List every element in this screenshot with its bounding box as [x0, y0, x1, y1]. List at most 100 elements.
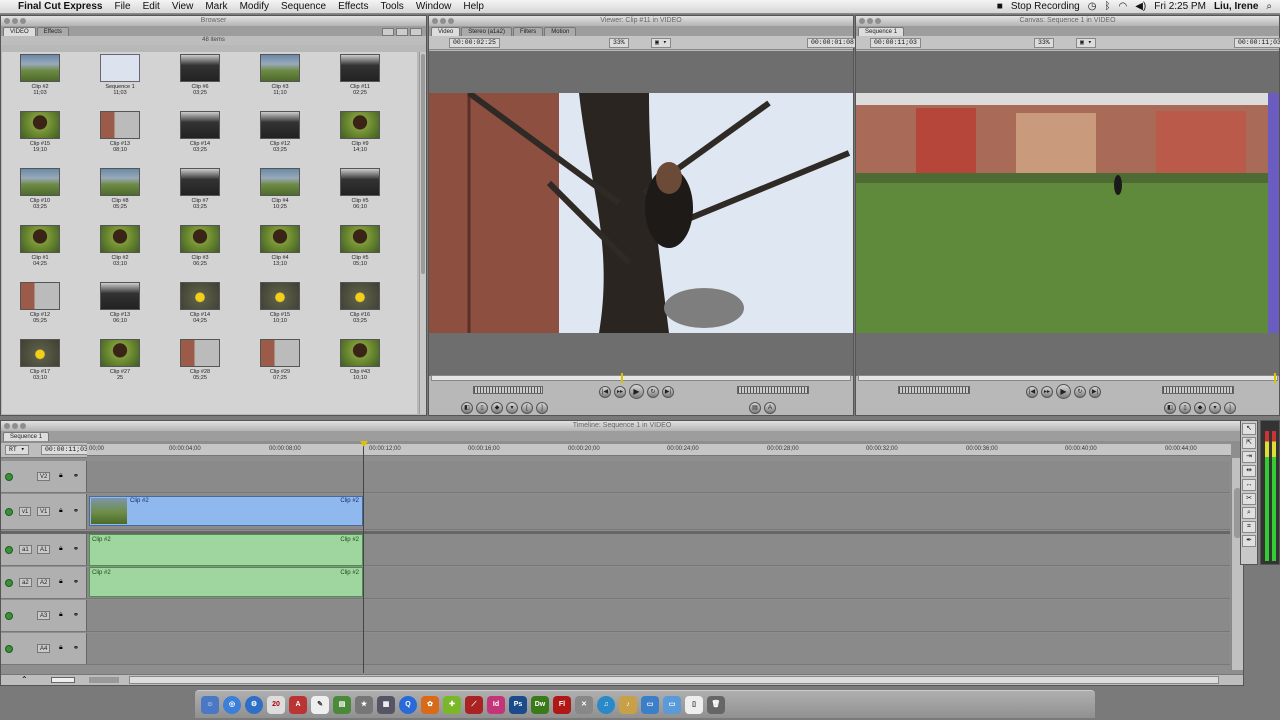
track-label-a3[interactable]: A3 — [37, 611, 51, 620]
stop-recording-item[interactable]: Stop Recording — [1011, 0, 1080, 14]
preview-icon[interactable]: ▤ — [333, 695, 351, 714]
lock-icon[interactable]: 🔒︎ — [59, 578, 63, 586]
tab-filters[interactable]: Filters — [512, 27, 544, 36]
menu-help[interactable]: Help — [457, 0, 490, 14]
minimize-button[interactable] — [12, 423, 18, 429]
documents-folder-icon[interactable]: ▭ — [663, 695, 681, 714]
close-button[interactable] — [4, 18, 10, 24]
rt-popup[interactable]: RT ▾ — [5, 445, 29, 455]
menu-view[interactable]: View — [166, 0, 200, 14]
timeline-ruler[interactable]: 00;00 00:00:04;00 00:00:08;00 00:00:12;0… — [87, 444, 1231, 456]
clip-thumbnail[interactable] — [180, 168, 220, 196]
itunes-icon[interactable]: ♫ — [597, 695, 615, 714]
icon-view-button[interactable] — [396, 28, 408, 36]
clip-thumbnail[interactable] — [20, 168, 60, 196]
track-label-a4[interactable]: A4 — [37, 644, 51, 653]
viewer-duration-field[interactable]: 00:00:02:25 — [449, 38, 500, 48]
clip-item[interactable]: Clip #11 02;25 — [338, 54, 382, 106]
clip-thumbnail[interactable] — [260, 54, 300, 82]
flash-icon[interactable]: Fl — [553, 695, 571, 714]
clip-thumbnail[interactable] — [20, 339, 60, 367]
link-icon[interactable]: ⚭ — [73, 611, 79, 619]
adobe-reader-icon[interactable]: A — [289, 695, 307, 714]
clip-thumbnail[interactable] — [180, 282, 220, 310]
tab-video[interactable]: Video — [431, 27, 461, 36]
clip-overlays-icon[interactable]: ⌃ — [21, 675, 28, 684]
garageband-icon[interactable]: ♪ — [619, 695, 637, 714]
previous-edit-button[interactable]: |◀ — [1026, 385, 1038, 398]
wifi-icon[interactable]: ◠ — [1118, 0, 1127, 14]
clip-thumbnail[interactable] — [260, 225, 300, 253]
firefox-icon[interactable]: ✿ — [421, 695, 439, 714]
clip-thumbnail[interactable] — [340, 111, 380, 139]
menu-sequence[interactable]: Sequence — [275, 0, 332, 14]
clip-item[interactable]: Clip #13 08;10 — [98, 111, 142, 163]
final-cut-icon[interactable]: ▦ — [377, 695, 395, 714]
tab-effects[interactable]: Effects — [36, 27, 69, 36]
zoom-button[interactable] — [20, 18, 26, 24]
add-marker-button[interactable]: ▾ — [1209, 402, 1221, 414]
downloads-folder-icon[interactable]: ▭ — [641, 695, 659, 714]
menu-tools[interactable]: Tools — [374, 0, 409, 14]
lock-icon[interactable]: 🔒︎ — [59, 644, 63, 652]
source-patch-a1[interactable]: a1 — [19, 545, 32, 554]
clip-thumbnail[interactable] — [260, 339, 300, 367]
play-in-out-button[interactable]: ▸▸ — [614, 385, 626, 398]
clip-item[interactable]: Clip #6 03;25 — [178, 54, 222, 106]
track-a3[interactable]: A3 🔒︎ ⚭ — [1, 600, 1230, 632]
clip-thumbnail[interactable] — [20, 225, 60, 253]
match-frame-button[interactable]: ◧ — [461, 402, 473, 414]
viewer-zoom-popup[interactable]: 33% — [609, 38, 629, 48]
selection-tool-icon[interactable]: ↖ — [1242, 423, 1256, 435]
viewer-jog-control[interactable] — [737, 386, 809, 394]
pen-tool-icon[interactable]: ✒ — [1242, 535, 1256, 547]
clip-item[interactable]: Clip #7 03;25 — [178, 168, 222, 220]
play-around-button[interactable]: ↻ — [647, 385, 659, 398]
clip-item[interactable]: Clip #15 19;10 — [18, 111, 62, 163]
user-name[interactable]: Liu, Irene — [1214, 0, 1258, 14]
clip-thumbnail[interactable] — [100, 168, 140, 196]
time-machine-icon[interactable]: ◷ — [1088, 0, 1097, 14]
clip-thumbnail[interactable] — [20, 111, 60, 139]
track-label-v1[interactable]: V1 — [37, 507, 51, 516]
close-button[interactable] — [859, 18, 865, 24]
clip-item[interactable]: Clip #14 03;25 — [178, 111, 222, 163]
spotlight-icon[interactable]: ⌕ — [1266, 0, 1272, 14]
illustrator-icon[interactable]: ✚ — [443, 695, 461, 714]
timeline-playhead[interactable] — [363, 443, 364, 673]
clip-thumbnail[interactable] — [260, 168, 300, 196]
clip-thumbnail[interactable] — [340, 339, 380, 367]
track-visibility-toggle[interactable] — [5, 508, 13, 516]
zoom-slider[interactable] — [89, 677, 119, 683]
clip-thumbnail[interactable] — [100, 225, 140, 253]
link-icon[interactable]: ⚭ — [73, 545, 79, 553]
track-v2[interactable]: V2 🔒︎ ⚭ — [1, 461, 1230, 493]
close-button[interactable] — [4, 423, 10, 429]
clip-item[interactable]: Clip #17 03;10 — [18, 339, 62, 391]
clip-item[interactable]: Clip #9 14;10 — [338, 111, 382, 163]
lock-icon[interactable]: 🔒︎ — [59, 507, 63, 515]
canvas-scrubber[interactable] — [858, 375, 1278, 381]
track-a2[interactable]: a2 A2 🔒︎ ⚭ Clip #2 Clip #2 — [1, 567, 1230, 599]
bluetooth-icon[interactable]: ᛒ — [1104, 0, 1110, 14]
next-edit-button[interactable]: ▶| — [1089, 385, 1101, 398]
clip-item[interactable]: Clip #5 05;10 — [338, 225, 382, 277]
clip-thumbnail[interactable] — [180, 111, 220, 139]
clip-thumbnail[interactable] — [180, 339, 220, 367]
clip-thumbnail[interactable] — [100, 339, 140, 367]
track-select-tool-icon[interactable]: ⇥ — [1242, 451, 1256, 463]
clip-item[interactable]: Clip #4 10;25 — [258, 168, 302, 220]
track-audible-toggle[interactable] — [5, 612, 13, 620]
clip-item[interactable]: Clip #3 06;25 — [178, 225, 222, 277]
quicktime-icon[interactable]: Q — [399, 695, 417, 714]
imovie-icon[interactable]: ★ — [355, 695, 373, 714]
finder-icon[interactable]: ☺ — [201, 695, 219, 714]
track-a4[interactable]: A4 🔒︎ ⚭ — [1, 633, 1230, 665]
clip-thumbnail[interactable] — [340, 225, 380, 253]
dreamweaver-icon[interactable]: Dw — [531, 695, 549, 714]
clip-thumbnail[interactable] — [180, 225, 220, 253]
add-keyframe-button[interactable]: ◆ — [1194, 402, 1206, 414]
clip-item[interactable]: Clip #29 07;25 — [258, 339, 302, 391]
safari-icon[interactable]: ◎ — [223, 695, 241, 714]
viewer-video-area[interactable] — [429, 51, 853, 376]
